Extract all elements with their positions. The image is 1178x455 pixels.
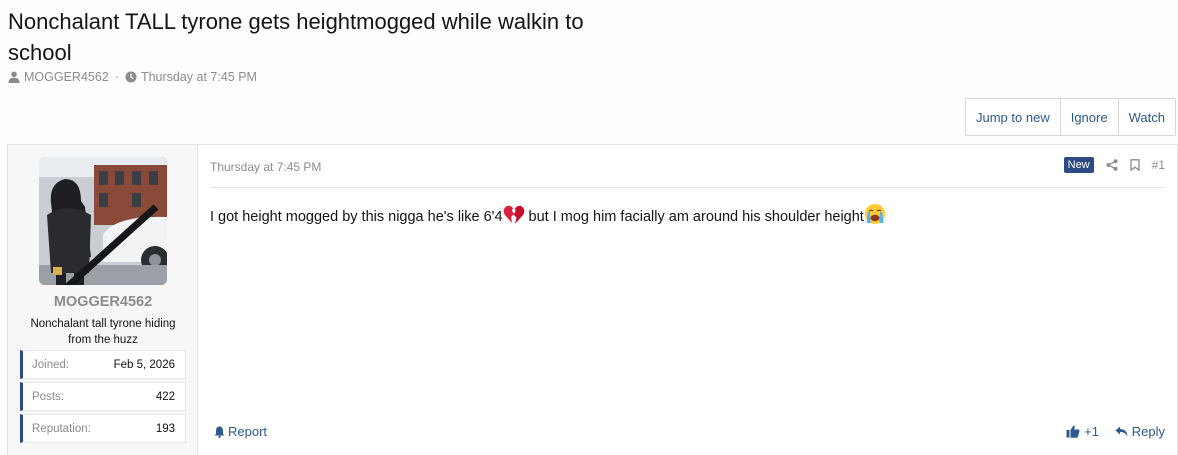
post-tools: New #1 [1063, 157, 1165, 173]
report-button[interactable]: Report [214, 424, 267, 439]
reply-button[interactable]: Reply [1115, 424, 1165, 439]
watch-button[interactable]: Watch [1119, 99, 1175, 135]
post-number-link[interactable]: #1 [1152, 158, 1165, 172]
stat-value: 193 [155, 422, 175, 435]
reply-label: Reply [1131, 424, 1165, 439]
loudly-crying-face-icon [864, 203, 886, 232]
stat-label: Reputation: [32, 422, 91, 435]
reply-icon [1115, 426, 1128, 437]
reaction-button[interactable]: +1 [1066, 424, 1099, 439]
post-user-panel: MOGGER4562 Nonchalant tall tyrone hiding… [8, 145, 198, 455]
post-main: Thursday at 7:45 PM New #1 I got height … [210, 145, 1165, 455]
post-text: I got height mogged by this nigga he's l… [210, 209, 503, 225]
post-container: MOGGER4562 Nonchalant tall tyrone hiding… [7, 144, 1178, 455]
avatar[interactable] [39, 157, 167, 285]
username[interactable]: MOGGER4562 [8, 294, 198, 310]
user-icon [8, 71, 20, 83]
bell-icon [214, 426, 225, 438]
stat-value[interactable]: 422 [156, 391, 175, 403]
thread-action-buttons: Jump to new Ignore Watch [965, 98, 1176, 136]
divider [210, 187, 1165, 188]
stat-posts: Posts: 422 [20, 382, 186, 411]
stat-reputation: Reputation: 193 [20, 414, 186, 443]
stat-value: Feb 5, 2026 [113, 358, 175, 371]
bookmark-icon[interactable] [1129, 159, 1140, 171]
post-body: I got height mogged by this nigga he's l… [210, 203, 886, 232]
ignore-button[interactable]: Ignore [1061, 99, 1119, 135]
thumbs-up-icon [1066, 425, 1080, 438]
thread-author-link[interactable]: MOGGER4562 [24, 70, 109, 84]
broken-heart-icon [503, 205, 525, 232]
stat-joined: Joined: Feb 5, 2026 [20, 350, 186, 379]
stat-label: Joined: [32, 358, 70, 371]
thread-title: Nonchalant TALL tyrone gets heightmogged… [8, 9, 584, 65]
new-badge: New [1063, 157, 1094, 173]
report-label: Report [228, 424, 268, 439]
thread-date-link[interactable]: Thursday at 7:45 PM [141, 70, 257, 84]
post-text: but I mog him facially am around his sho… [524, 209, 864, 225]
post-date-link[interactable]: Thursday at 7:45 PM [210, 160, 321, 174]
reaction-count: +1 [1084, 424, 1099, 439]
user-title: Nonchalant tall tyrone hiding from the h… [30, 318, 176, 346]
meta-separator: · [114, 70, 119, 84]
jump-to-new-button[interactable]: Jump to new [966, 99, 1061, 135]
stat-label: Posts: [32, 390, 64, 403]
thread-meta: MOGGER4562 · Thursday at 7:45 PM [8, 70, 257, 84]
share-icon[interactable] [1106, 159, 1118, 171]
clock-icon [125, 71, 137, 83]
